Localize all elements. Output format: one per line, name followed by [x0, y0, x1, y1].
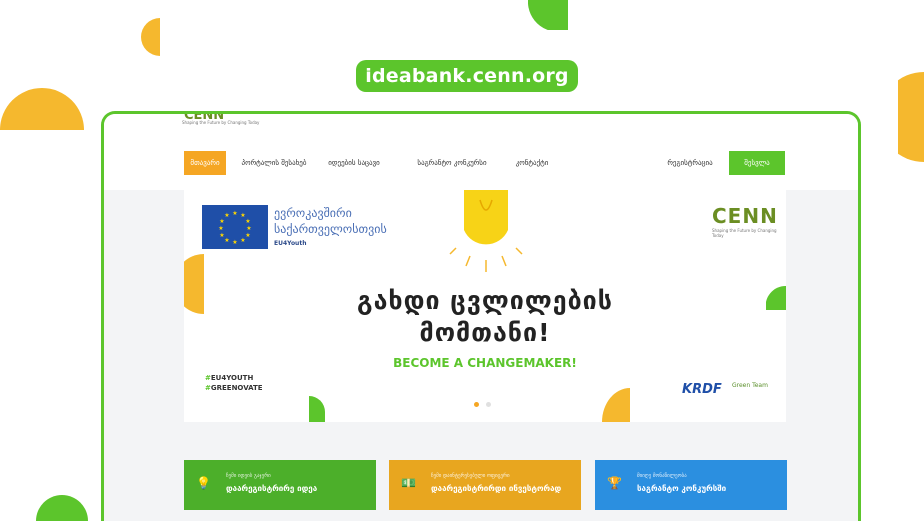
top-logo-strip: CENN Shaping the Future by Changing Toda… [104, 114, 858, 142]
card-subtitle: ჩემი დაინტერესებული ოფიცერი [431, 473, 510, 479]
svg-text:★: ★ [224, 212, 229, 219]
register-link[interactable]: რეგისტრაცია [662, 151, 718, 175]
hero-headline-line2: მომთანი! [419, 318, 551, 347]
lightbulb-icon: 💡 [196, 476, 211, 490]
hero-tagline: BECOME A CHANGEMAKER! [393, 356, 577, 370]
hashtag-greenovate: #GREENOVATE [205, 384, 263, 392]
decor-shape-yellow-left [0, 88, 84, 130]
login-button[interactable]: შესვლა [729, 151, 785, 175]
svg-text:★: ★ [232, 210, 237, 217]
card-subtitle: ჩემი იდეის გაჯერი [226, 473, 271, 479]
decor-shape-green-top [528, 0, 568, 30]
krdf-logo: KRDF [682, 382, 722, 397]
svg-text:★: ★ [219, 232, 224, 239]
card-grant-competition[interactable]: 🏆 მიიღე მონაწილეობა საგრანტო კონკურსში [595, 460, 787, 510]
svg-text:★: ★ [240, 237, 245, 244]
card-register-idea[interactable]: 💡 ჩემი იდეის გაჯერი დაარეგისტრირე იდეა [184, 460, 376, 510]
site-url-pill: ideabank.cenn.org [356, 60, 578, 92]
card-register-investor[interactable]: 💵 ჩემი დაინტერესებული ოფიცერი დაარეგისტრ… [389, 460, 581, 510]
svg-text:★: ★ [245, 232, 250, 239]
decor-shape-yellow-right [898, 72, 924, 162]
carousel-dot-active[interactable] [474, 402, 479, 407]
eu-flag-icon: ★ ★★★ ★★★★ ★★★★ [202, 205, 268, 249]
nav-item-home[interactable]: მთავარი [184, 151, 226, 175]
svg-text:★: ★ [218, 225, 223, 232]
nav-item-contact[interactable]: კონტაქტი [508, 151, 556, 175]
card-subtitle: მიიღე მონაწილეობა [637, 473, 687, 479]
browser-frame: CENN Shaping the Future by Changing Toda… [101, 111, 861, 521]
lightbulb-illustration-icon [449, 190, 523, 272]
card-title: საგრანტო კონკურსში [637, 484, 727, 493]
carousel-dot[interactable] [486, 402, 491, 407]
cenn-logo: CENN [712, 204, 778, 228]
decor-shape-yellow-hero-bottom [602, 388, 630, 422]
decor-shape-green-bottom-left [36, 495, 88, 521]
decor-shape-yellow-semicircle-top [141, 18, 160, 56]
nav-item-about[interactable]: პორტალის შესახებ [232, 151, 316, 175]
hero-headline-line1: გახდი ცვლილების [357, 286, 613, 315]
decor-shape-green-hero-right [766, 286, 786, 310]
decor-shape-yellow-hero-left [184, 254, 204, 314]
card-title: დაარეგისტრირე იდეა [226, 484, 318, 493]
trophy-icon: 🏆 [607, 476, 622, 490]
eu-text-line3: EU4Youth [274, 240, 307, 247]
svg-text:★: ★ [219, 218, 224, 225]
site-logo-tagline: Shaping the Future by Changing Today [182, 120, 260, 125]
hero-banner: ★ ★ ★ ★ ★ ★ ★ ★ ★ ★ ★ ★ ევროკავშირი საქართველოსთვ… [184, 190, 786, 422]
card-title: დაარეგისტრირდი ინვესტორად [431, 484, 562, 493]
money-icon: 💵 [401, 476, 416, 490]
green-team-logo: Green Team [732, 382, 768, 389]
main-navbar: მთავარი პორტალის შესახებ იდეების საცავი … [104, 142, 858, 190]
cenn-logo-tagline: Shaping the Future by Changing Today [712, 228, 777, 238]
eu-text-line2: საქართველოსთვის [274, 222, 387, 236]
eu-text-line1: ევროკავშირი [274, 206, 352, 220]
svg-text:★: ★ [246, 225, 251, 232]
svg-text:★: ★ [245, 218, 250, 225]
hashtag-eu4youth: #EU4YOUTH [205, 374, 254, 382]
svg-text:★: ★ [232, 239, 237, 246]
decor-shape-green-hero-bottom [309, 396, 325, 422]
nav-item-ideas[interactable]: იდეების საცავი [322, 151, 386, 175]
nav-item-grants[interactable]: საგრანტო კონკურსი [412, 151, 492, 175]
svg-text:★: ★ [224, 237, 229, 244]
